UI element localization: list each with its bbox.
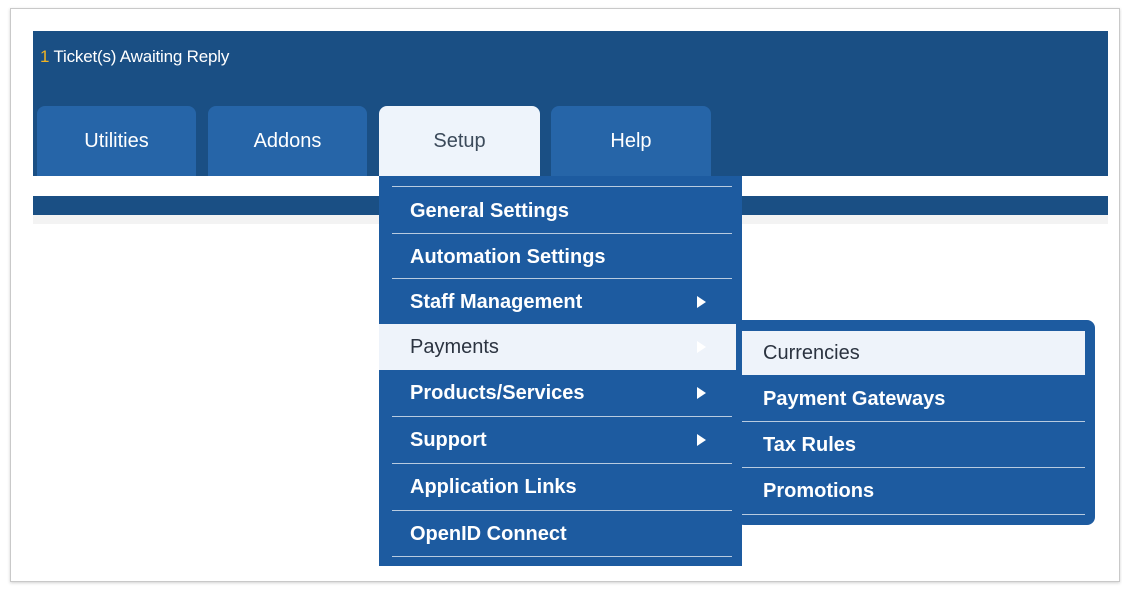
submenu-item-label: Payment Gateways <box>763 387 946 410</box>
menu-item-openid-connect[interactable]: OpenID Connect <box>379 511 742 557</box>
tickets-awaiting-notice[interactable]: 1 Ticket(s) Awaiting Reply <box>40 47 229 67</box>
ticket-notice-text: Ticket(s) Awaiting Reply <box>49 47 230 66</box>
submenu-arrow-icon <box>697 434 706 446</box>
submenu-item-promotions[interactable]: Promotions <box>742 469 1085 513</box>
submenu-divider <box>742 514 1085 515</box>
menu-divider <box>392 556 732 557</box>
tab-setup[interactable]: Setup <box>379 106 540 176</box>
menu-item-automation-settings[interactable]: Automation Settings <box>379 234 742 280</box>
menu-item-support[interactable]: Support <box>379 417 742 463</box>
menu-item-staff-management[interactable]: Staff Management <box>379 279 742 325</box>
tab-label: Help <box>610 129 652 152</box>
menu-item-label: Staff Management <box>410 290 583 313</box>
submenu-item-currencies[interactable]: Currencies <box>742 331 1085 375</box>
menu-divider <box>392 186 732 187</box>
submenu-arrow-icon <box>697 341 706 353</box>
tab-addons[interactable]: Addons <box>208 106 367 176</box>
submenu-arrow-icon <box>697 296 706 308</box>
setup-dropdown-menu: General Settings Automation Settings Sta… <box>379 176 742 566</box>
menu-item-label: Payments <box>410 335 499 358</box>
submenu-item-label: Promotions <box>763 479 875 502</box>
submenu-item-label: Tax Rules <box>763 433 856 456</box>
tab-label: Utilities <box>84 129 149 152</box>
submenu-arrow-icon <box>697 387 706 399</box>
menu-item-label: OpenID Connect <box>410 522 567 545</box>
menu-item-general-settings[interactable]: General Settings <box>379 188 742 234</box>
payments-submenu: Currencies Payment Gateways Tax Rules Pr… <box>736 320 1095 525</box>
tab-utilities[interactable]: Utilities <box>37 106 196 176</box>
ticket-count: 1 <box>40 47 50 66</box>
tab-help[interactable]: Help <box>551 106 711 176</box>
tab-label: Addons <box>253 129 322 152</box>
menu-item-label: Automation Settings <box>410 245 606 268</box>
submenu-item-tax-rules[interactable]: Tax Rules <box>742 423 1085 467</box>
menu-item-application-links[interactable]: Application Links <box>379 464 742 510</box>
tab-label: Setup <box>433 129 486 152</box>
submenu-divider <box>742 467 1085 468</box>
menu-item-label: Support <box>410 428 487 451</box>
submenu-item-payment-gateways[interactable]: Payment Gateways <box>742 377 1085 421</box>
menu-item-products-services[interactable]: Products/Services <box>379 370 742 416</box>
menu-item-label: General Settings <box>410 199 569 222</box>
menu-item-label: Products/Services <box>410 381 585 404</box>
submenu-divider <box>742 421 1085 422</box>
menu-item-label: Application Links <box>410 475 577 498</box>
submenu-item-label: Currencies <box>763 341 860 364</box>
menu-item-payments[interactable]: Payments <box>379 324 742 370</box>
